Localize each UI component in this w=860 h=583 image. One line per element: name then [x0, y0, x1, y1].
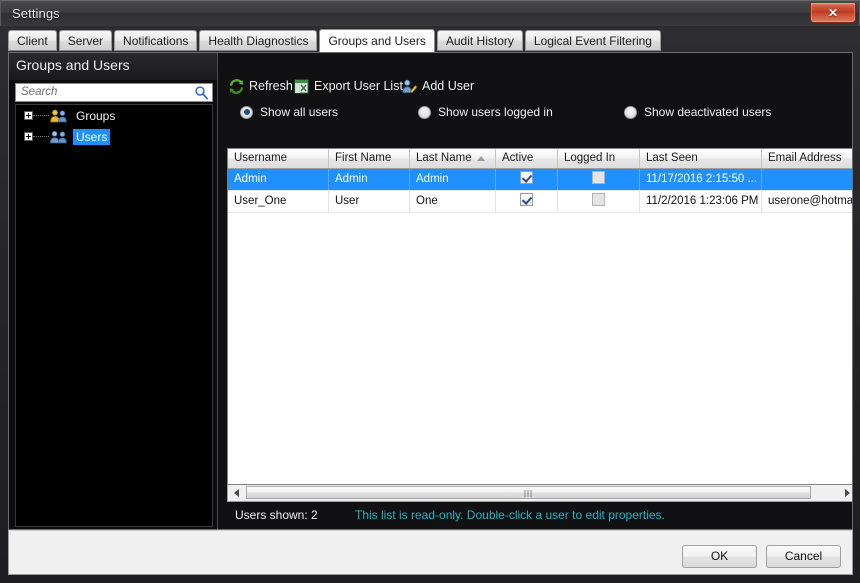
tab-audit-history[interactable]: Audit History	[436, 30, 523, 51]
close-icon: ✕	[827, 5, 839, 20]
users-people-icon	[50, 130, 67, 143]
title-bar[interactable]: Settings ✕	[0, 0, 860, 26]
user-filter-radio-group: Show all users Show users logged in Show…	[218, 105, 852, 133]
search-input[interactable]: Search	[15, 83, 213, 102]
radio-button-icon[interactable]	[240, 105, 253, 119]
column-header-last-seen[interactable]: Last Seen	[640, 149, 762, 168]
table-row[interactable]: Admin Admin Admin 11/17/2016 2:15:50 ...	[228, 169, 852, 191]
cancel-button[interactable]: Cancel	[766, 545, 841, 568]
scroll-left-arrow-icon[interactable]	[228, 485, 244, 500]
refresh-icon	[229, 78, 244, 94]
groups-users-panel: Groups and Users Search Groups Users	[9, 53, 218, 529]
tree-item-users[interactable]: Users	[16, 126, 212, 147]
panel-header: Groups and Users	[9, 53, 217, 80]
expand-plus-icon[interactable]	[24, 132, 33, 141]
users-panel: Refresh Export User List Add User Show a…	[218, 53, 852, 529]
radio-button-icon[interactable]	[418, 105, 431, 119]
panel-title: Groups and Users	[16, 57, 130, 73]
table-row[interactable]: User_One User One 11/2/2016 1:23:06 PM u…	[228, 191, 853, 213]
users-grid[interactable]: Username First Name Last Name Active Log…	[227, 148, 853, 485]
cell-logged-in	[558, 191, 640, 212]
scrollbar-thumb[interactable]	[246, 486, 811, 499]
cell-active	[496, 191, 558, 212]
tree-label-users: Users	[73, 128, 111, 145]
sort-ascending-icon	[477, 156, 485, 161]
radio-label-show-users-logged-in: Show users logged in	[438, 105, 553, 119]
expand-plus-icon[interactable]	[24, 111, 33, 120]
radio-label-show-deactivated-users: Show deactivated users	[644, 105, 772, 119]
column-header-first-name[interactable]: First Name	[329, 149, 410, 168]
add-user-button[interactable]: Add User	[401, 75, 474, 97]
radio-show-users-logged-in[interactable]: Show users logged in	[418, 105, 553, 119]
column-header-email-address[interactable]: Email Address	[762, 149, 852, 168]
close-button[interactable]: ✕	[810, 3, 856, 23]
tab-strip: Client Server Notifications Health Diagn…	[8, 29, 853, 53]
refresh-button[interactable]: Refresh	[228, 75, 293, 97]
grid-status-bar: Users shown: 2 This list is read-only. D…	[218, 508, 852, 529]
search-placeholder: Search	[21, 86, 58, 98]
column-header-logged-in[interactable]: Logged In	[558, 149, 640, 168]
add-user-label: Add User	[422, 79, 475, 93]
search-icon[interactable]	[194, 85, 209, 100]
radio-label-show-all-users: Show all users	[260, 105, 339, 119]
tree-connector	[33, 135, 49, 138]
column-header-last-name[interactable]: Last Name	[410, 149, 496, 168]
tab-health-diagnostics[interactable]: Health Diagnostics	[199, 30, 318, 51]
dialog-footer: OK Cancel	[8, 530, 853, 575]
tree-item-groups[interactable]: Groups	[16, 105, 212, 126]
tab-groups-and-users[interactable]: Groups and Users	[319, 29, 435, 52]
scrollbar-grip-icon	[524, 490, 533, 497]
cell-active	[496, 169, 558, 190]
refresh-label: Refresh	[249, 79, 293, 93]
logged-in-checkbox	[592, 193, 605, 207]
export-user-list-button[interactable]: Export User List	[293, 75, 403, 97]
groups-users-tree[interactable]: Groups Users	[15, 104, 213, 527]
active-checkbox	[520, 193, 533, 207]
cell-email	[762, 169, 852, 190]
cell-first-name: User	[329, 191, 410, 212]
export-excel-icon	[294, 79, 309, 93]
cell-last-seen: 11/2/2016 1:23:06 PM	[640, 191, 762, 212]
active-checkbox	[520, 171, 533, 185]
grid-header-row: Username First Name Last Name Active Log…	[228, 149, 852, 169]
cell-last-name: One	[410, 191, 496, 212]
tab-server[interactable]: Server	[58, 30, 113, 51]
tab-notifications[interactable]: Notifications	[114, 30, 198, 51]
groups-people-icon	[50, 109, 67, 122]
add-user-icon	[402, 79, 418, 93]
radio-button-icon[interactable]	[624, 105, 637, 119]
logged-in-checkbox	[592, 171, 605, 185]
settings-window: Settings ✕ Client Server Notifications H…	[0, 0, 860, 583]
tab-client[interactable]: Client	[8, 30, 57, 51]
users-toolbar: Refresh Export User List Add User	[218, 75, 852, 101]
tree-connector	[33, 114, 49, 117]
export-user-list-label: Export User List	[314, 79, 403, 93]
grid-horizontal-scrollbar[interactable]	[227, 485, 852, 502]
radio-show-deactivated-users[interactable]: Show deactivated users	[624, 105, 771, 119]
cell-username: Admin	[228, 169, 329, 190]
cell-email: userone@hotmail.co	[768, 195, 853, 207]
scroll-right-arrow-icon[interactable]	[839, 485, 852, 500]
tree-label-groups: Groups	[76, 108, 116, 123]
cell-last-name: Admin	[410, 169, 496, 190]
column-header-active[interactable]: Active	[496, 149, 558, 168]
users-shown-count: Users shown: 2	[235, 508, 318, 522]
cell-logged-in	[558, 169, 640, 190]
column-header-username[interactable]: Username	[228, 149, 329, 168]
cell-last-seen: 11/17/2016 2:15:50 ...	[640, 169, 762, 190]
cell-username: User_One	[228, 191, 329, 212]
tab-logical-event-filtering[interactable]: Logical Event Filtering	[524, 30, 661, 51]
column-header-last-name-label: Last Name	[416, 152, 472, 164]
client-area: Groups and Users Search Groups Users Ref…	[8, 52, 853, 530]
radio-show-all-users[interactable]: Show all users	[240, 105, 338, 119]
readonly-hint: This list is read-only. Double-click a u…	[355, 508, 665, 522]
ok-button[interactable]: OK	[682, 545, 757, 568]
cell-first-name: Admin	[329, 169, 410, 190]
window-title: Settings	[12, 6, 60, 21]
